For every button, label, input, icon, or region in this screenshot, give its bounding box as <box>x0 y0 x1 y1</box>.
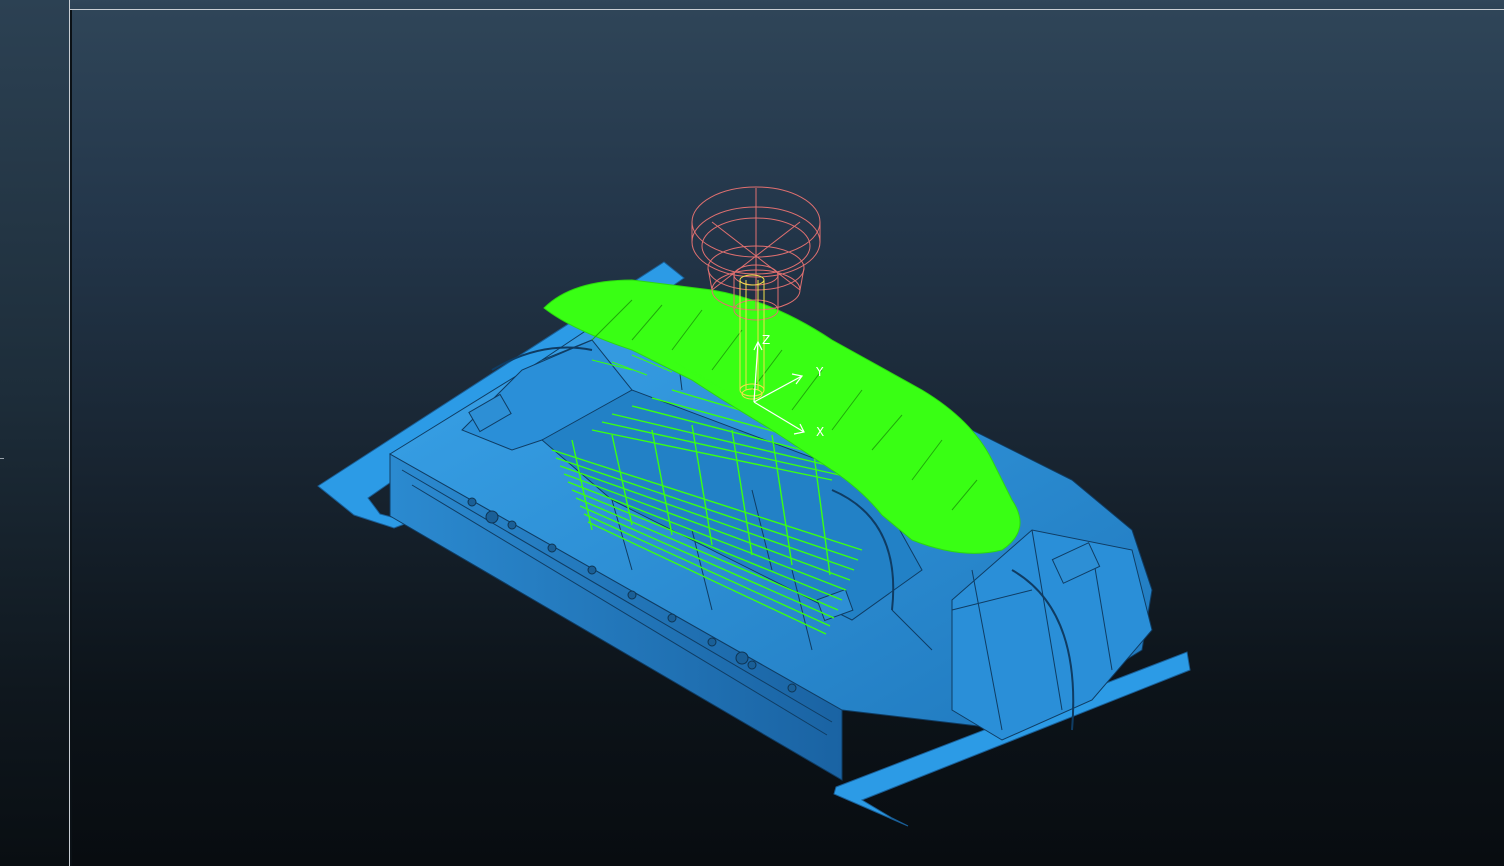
panel-tick-mark <box>0 458 4 459</box>
top-toolbar-edge <box>0 0 1504 10</box>
triad-x-label: X <box>816 425 824 439</box>
cam-application: Z Y X <box>0 0 1504 866</box>
triad-z-label: Z <box>762 333 770 347</box>
3d-graphics-viewport[interactable]: Z Y X <box>72 10 1504 866</box>
scene-svg: Z Y X <box>317 186 1191 827</box>
triad-y-label: Y <box>815 365 824 379</box>
left-side-panel[interactable] <box>0 0 70 866</box>
